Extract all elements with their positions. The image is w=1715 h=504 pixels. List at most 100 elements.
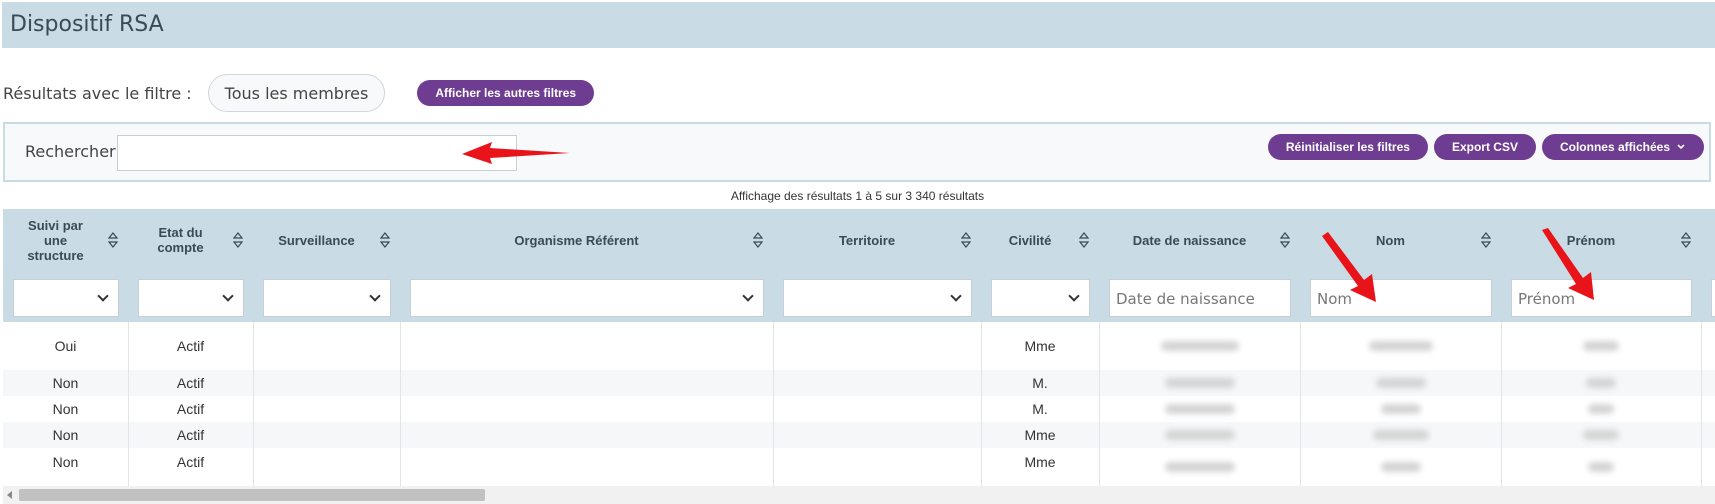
table-cell: Actif	[176, 427, 205, 443]
column-filter-select[interactable]	[13, 279, 119, 317]
column-filter-select[interactable]	[783, 279, 972, 317]
filter-pill[interactable]: Tous les membres	[207, 74, 386, 112]
table-cell	[253, 422, 400, 448]
table-cell	[253, 396, 400, 422]
table-cell	[400, 370, 773, 396]
search-bar: Rechercher Réinitialiser les filtres Exp…	[3, 122, 1711, 182]
column-divider	[1300, 322, 1301, 486]
sort-icon[interactable]	[380, 232, 390, 248]
table-cell: Actif	[176, 375, 205, 391]
sort-icon[interactable]	[1481, 232, 1491, 248]
redacted-cell	[1300, 322, 1501, 370]
sort-icon[interactable]	[1079, 232, 1089, 248]
table-cell	[400, 396, 773, 422]
table-cell	[773, 322, 981, 370]
column-header[interactable]: Organisme Référent	[400, 209, 753, 271]
column-filter-select[interactable]	[263, 279, 391, 317]
table-cell: M.	[1032, 401, 1048, 417]
column-filter-input[interactable]	[1711, 279, 1715, 317]
redacted-cell	[1099, 422, 1300, 448]
redacted-value	[1164, 462, 1235, 472]
redacted-cell	[1501, 448, 1701, 486]
table-cell	[253, 448, 400, 486]
sort-icon[interactable]	[233, 232, 243, 248]
column-divider	[773, 322, 774, 486]
sort-icon[interactable]	[108, 232, 118, 248]
red-arrow-icon	[462, 142, 570, 164]
table-row[interactable]: Non Actif M.	[3, 396, 1715, 422]
table-cell: Actif	[176, 401, 205, 417]
scroll-left-icon[interactable]	[7, 491, 12, 499]
red-arrow-icon	[1542, 228, 1594, 300]
table-cell: Mme	[1024, 454, 1056, 470]
table-cell	[253, 370, 400, 396]
column-divider	[1099, 322, 1100, 486]
table-row[interactable]: Oui Actif Mme	[3, 322, 1715, 370]
column-filter-select[interactable]	[410, 279, 764, 317]
scrollbar-thumb[interactable]	[19, 489, 485, 501]
search-label: Rechercher	[25, 142, 116, 161]
table-row[interactable]: Non Actif M.	[3, 370, 1715, 396]
table-cell	[400, 448, 773, 486]
table-cell: Non	[52, 454, 79, 470]
table-body: Oui Actif Mme Non Actif M. Non Actif M. Non Actif M…	[3, 322, 1715, 486]
column-filter-input[interactable]: Date de naissance	[1109, 279, 1291, 317]
table-cell	[253, 322, 400, 370]
export-csv-button[interactable]: Export CSV	[1433, 134, 1536, 160]
table-row[interactable]: Non Actif Mme	[3, 448, 1715, 486]
column-header[interactable]: Civilité	[981, 209, 1079, 271]
column-divider	[128, 322, 129, 486]
table-cell: Actif	[176, 338, 205, 354]
table-cell	[773, 396, 981, 422]
column-filter-select[interactable]	[138, 279, 244, 317]
table-cell: M.	[1032, 375, 1048, 391]
page-header: Dispositif RSA	[2, 2, 1715, 48]
redacted-cell	[1099, 396, 1300, 422]
sort-icon[interactable]	[1280, 232, 1290, 248]
redacted-value	[1372, 430, 1429, 440]
chevron-down-icon	[1677, 144, 1685, 150]
sort-icon[interactable]	[1681, 232, 1691, 248]
table-cell: Mme	[1024, 338, 1056, 354]
redacted-cell	[1300, 396, 1501, 422]
search-input[interactable]	[117, 135, 517, 171]
table-cell	[773, 370, 981, 396]
redacted-cell	[1501, 322, 1701, 370]
redacted-cell	[1099, 322, 1300, 370]
columns-button-label: Colonnes affichées	[1559, 140, 1670, 154]
redacted-value	[1583, 341, 1619, 351]
filter-label: Résultats avec le filtre :	[3, 83, 192, 103]
reset-filters-button[interactable]: Réinitialiser les filtres	[1267, 134, 1428, 160]
redacted-value	[1375, 378, 1426, 388]
more-filters-button[interactable]: Afficher les autres filtres	[417, 80, 595, 106]
redacted-value	[1588, 404, 1614, 414]
column-header-label: Surveillance	[278, 232, 355, 248]
column-header-label: Organisme Référent	[514, 232, 639, 248]
table-row[interactable]: Non Actif Mme	[3, 422, 1715, 448]
sort-icon[interactable]	[753, 232, 763, 248]
redacted-value	[1368, 341, 1433, 351]
column-header[interactable]: Etat du compte	[128, 209, 233, 271]
column-header[interactable]: Date de naissance	[1099, 209, 1280, 271]
column-header[interactable]: Suivi par une structure	[3, 209, 108, 271]
redacted-value	[1160, 341, 1239, 351]
column-header[interactable]: Surveillance	[253, 209, 380, 271]
column-divider	[1701, 322, 1702, 486]
redacted-value	[1164, 404, 1235, 414]
column-filter-select[interactable]	[991, 279, 1090, 317]
table-cell	[773, 448, 981, 486]
results-count: Affichage des résultats 1 à 5 sur 3 340 …	[730, 189, 985, 203]
redacted-value	[1586, 378, 1616, 388]
columns-button[interactable]: Colonnes affichées	[1541, 134, 1704, 160]
table-cell	[773, 422, 981, 448]
table-cell: Actif	[176, 454, 205, 470]
column-header[interactable]: Territoire	[773, 209, 961, 271]
column-header-label: Territoire	[838, 232, 896, 248]
redacted-value	[1164, 378, 1235, 388]
redacted-cell	[1300, 370, 1501, 396]
column-divider	[253, 322, 254, 486]
horizontal-scrollbar[interactable]	[3, 486, 1715, 504]
sort-icon[interactable]	[961, 232, 971, 248]
redacted-value	[1583, 430, 1619, 440]
table-cell: Non	[52, 401, 79, 417]
